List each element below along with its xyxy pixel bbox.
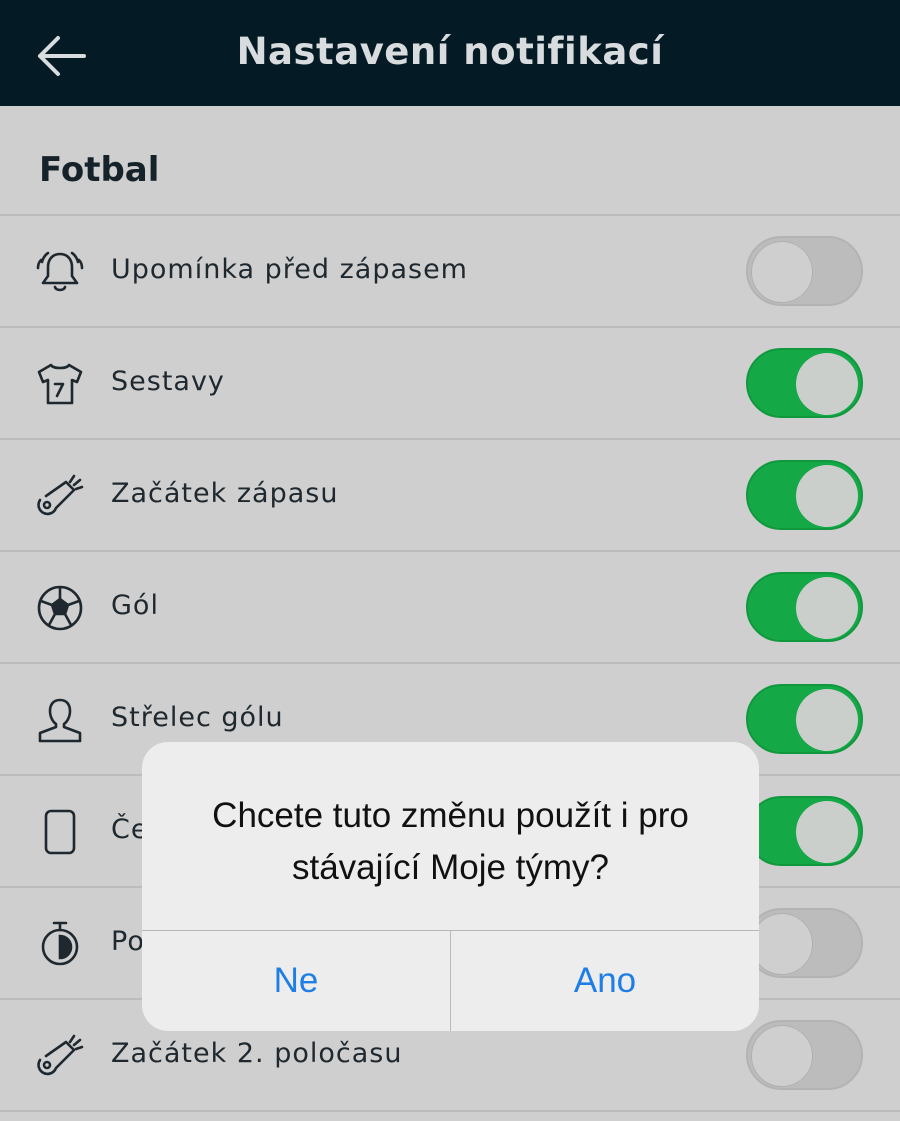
list-item-label: Sestavy xyxy=(111,366,225,397)
toggle-knob xyxy=(796,353,858,415)
toggle-switch[interactable] xyxy=(746,908,863,978)
top-bar: Nastavení notifikací xyxy=(0,0,900,106)
person-icon xyxy=(38,698,82,743)
divider xyxy=(0,1110,900,1112)
card-icon xyxy=(44,809,76,855)
toggle-knob xyxy=(796,801,858,863)
list-item-gol[interactable]: Gól xyxy=(0,552,900,662)
whistle-icon xyxy=(37,1034,84,1076)
list-item-label: Začátek zápasu xyxy=(111,478,339,509)
toggle-switch[interactable] xyxy=(746,572,863,642)
toggle-switch[interactable] xyxy=(746,236,863,306)
toggle-knob xyxy=(751,1025,813,1087)
list-item-label: Gól xyxy=(111,590,159,621)
jersey-icon xyxy=(37,363,83,405)
toggle-switch[interactable] xyxy=(746,1020,863,1090)
yes-button[interactable]: Ano xyxy=(451,931,759,1031)
section-title: Fotbal xyxy=(39,150,160,190)
stopwatch-icon xyxy=(41,921,79,966)
toggle-knob xyxy=(751,913,813,975)
page-title: Nastavení notifikací xyxy=(236,30,664,73)
toggle-knob xyxy=(796,465,858,527)
dialog-message: Chcete tuto změnu použít i pro stávající… xyxy=(212,796,689,887)
soccer-ball-icon xyxy=(37,585,83,631)
toggle-switch[interactable] xyxy=(746,460,863,530)
list-item-zacatek-zapasu[interactable]: Začátek zápasu xyxy=(0,440,900,550)
whistle-icon xyxy=(37,474,84,516)
list-item-upominka[interactable]: Upomínka před zápasem xyxy=(0,216,900,326)
no-button[interactable]: Ne xyxy=(142,931,450,1031)
list-item-label: Střelec gólu xyxy=(111,702,284,733)
toggle-knob xyxy=(751,241,813,303)
list-item-label: Začátek 2. poločasu xyxy=(111,1038,403,1069)
toggle-switch[interactable] xyxy=(746,684,863,754)
list-item-label: Po xyxy=(111,926,145,957)
toggle-knob xyxy=(796,689,858,751)
toggle-switch[interactable] xyxy=(746,796,863,866)
confirm-dialog: Chcete tuto změnu použít i pro stávající… xyxy=(142,742,759,1031)
toggle-knob xyxy=(796,577,858,639)
toggle-switch[interactable] xyxy=(746,348,863,418)
bell-ringing-icon xyxy=(36,251,84,292)
list-item-label: Upomínka před zápasem xyxy=(111,254,468,285)
list-item-sestavy[interactable]: Sestavy xyxy=(0,328,900,438)
